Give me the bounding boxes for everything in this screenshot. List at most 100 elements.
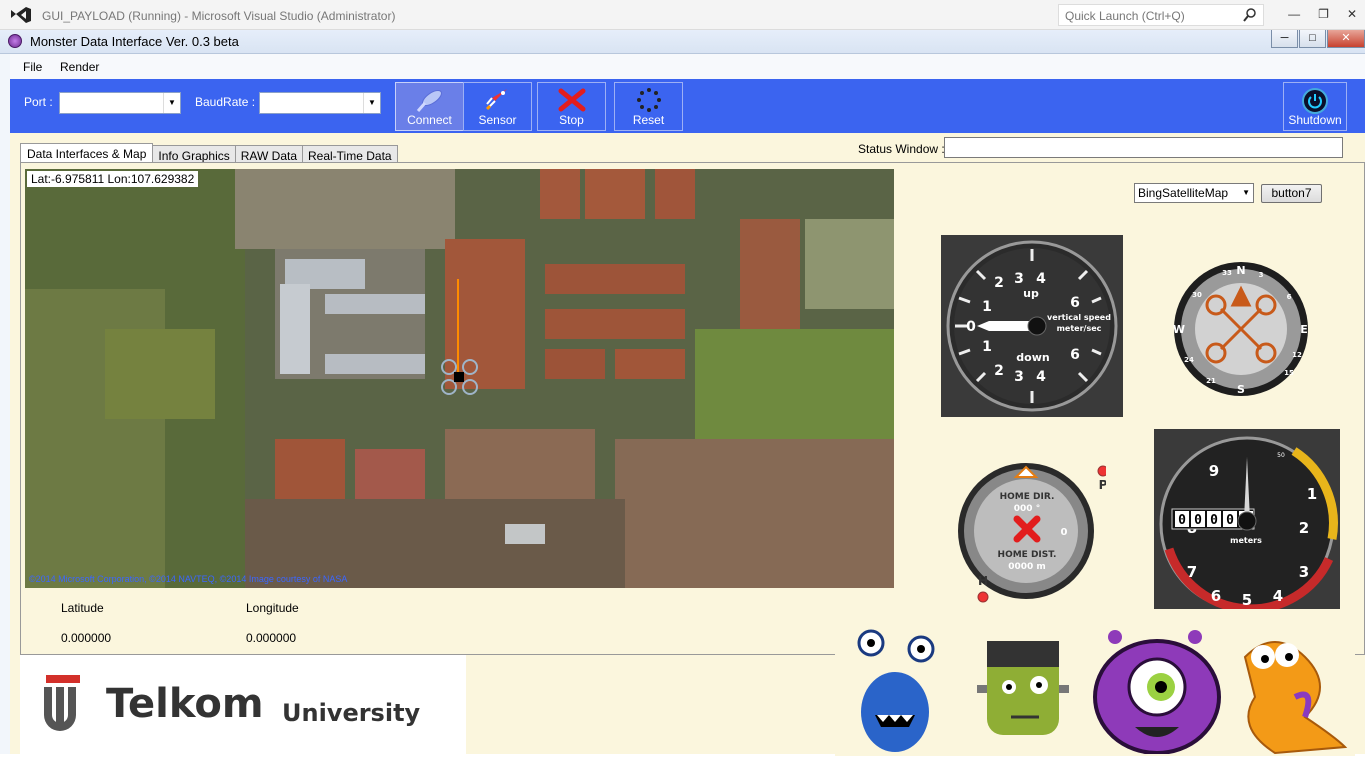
vertical-speed-gauge: 1 2 1 2 3 4 6 3 4 6 0 up down vertical s… (941, 235, 1123, 417)
quick-launch-placeholder: Quick Launch (Ctrl+Q) (1065, 9, 1185, 23)
rocket-icon (464, 83, 531, 113)
app-monster-icon (8, 34, 22, 48)
monster-mascots (835, 627, 1355, 756)
heading-15: 15 (1284, 369, 1294, 377)
alt-tick-50: 50 (1277, 452, 1285, 459)
quick-launch-input[interactable]: Quick Launch (Ctrl+Q) (1058, 4, 1264, 26)
heading-3: 3 (1259, 271, 1264, 279)
alt-tick-2: 2 (1299, 519, 1309, 537)
alt-tick-5: 5 (1242, 591, 1252, 609)
vsi-tick-3-down: 3 (1014, 369, 1024, 385)
vsi-tick-1-down: 1 (982, 339, 992, 355)
alt-unit: meters (1230, 536, 1262, 545)
app-minimize-button[interactable]: ─ (1271, 30, 1298, 48)
latitude-label: Latitude (61, 601, 104, 615)
status-window-field[interactable] (944, 137, 1343, 158)
sensor-label: Sensor (478, 113, 517, 127)
altimeter-gauge: 9 1 2 3 4 5 6 7 8 50 00000 (1154, 429, 1340, 609)
map-credit: ©2014 Microsoft Corporation, ©2014 NAVTE… (29, 574, 348, 584)
svg-text:0: 0 (1226, 513, 1234, 528)
stop-icon (538, 83, 605, 113)
map-imagery (25, 169, 894, 588)
home-dir-value: 000 ° (1014, 504, 1040, 514)
mascot-strip (857, 629, 1348, 755)
map-provider-value: BingSatelliteMap (1138, 186, 1229, 200)
button7[interactable]: button7 (1261, 184, 1322, 203)
blue-monster-icon (857, 629, 935, 752)
vsi-tick-2-down: 2 (994, 363, 1004, 379)
frankenstein-icon (977, 641, 1069, 735)
heading-21: 21 (1206, 377, 1216, 385)
app-window: Monster Data Interface Ver. 0.3 beta ─ □… (0, 30, 1365, 756)
port-select[interactable]: ▼ (59, 92, 181, 114)
tab-panel: Lat:-6.975811 Lon:107.629382 ©2014 Micro… (20, 162, 1365, 655)
sensor-button[interactable]: Sensor (463, 82, 532, 131)
longitude-value: 0.000000 (246, 631, 297, 645)
home-p-label: P (1099, 478, 1106, 492)
connect-button[interactable]: Connect (395, 82, 464, 131)
toolbar: Port : ▼ BaudRate : ▼ Connect Sensor Sto… (10, 79, 1365, 133)
home-h-label: H (978, 574, 988, 588)
map-latlon-readout: Lat:-6.975811 Lon:107.629382 (27, 171, 199, 187)
reset-button[interactable]: Reset (614, 82, 683, 131)
heading-e: E (1300, 323, 1308, 336)
logo-brand: Telkom (106, 681, 264, 727)
chevron-down-icon: ▼ (163, 93, 180, 113)
vs-minimize-button[interactable]: — (1288, 7, 1300, 21)
latitude-value: 0.000000 (61, 631, 112, 645)
home-dir-label: HOME DIR. (1000, 492, 1055, 502)
vsi-down-label: down (1016, 351, 1049, 364)
vsi-tick-6-up: 6 (1070, 295, 1080, 311)
alt-tick-9: 9 (1209, 462, 1219, 480)
heading-w: W (1173, 323, 1185, 336)
menu-bar: File Render (10, 54, 1365, 79)
vs-window-title: GUI_PAYLOAD (Running) - Microsoft Visual… (42, 9, 396, 23)
heading-gauge: N E S W 33 3 30 6 24 15 21 12 (1173, 262, 1308, 396)
heading-n: N (1236, 264, 1245, 277)
satellite-map[interactable]: Lat:-6.975811 Lon:107.629382 ©2014 Micro… (25, 169, 894, 588)
telkom-logo: Telkom University (20, 655, 466, 754)
vsi-up-label: up (1023, 287, 1039, 300)
svg-text:0: 0 (1210, 513, 1218, 528)
heading-30: 30 (1192, 291, 1202, 299)
vs-restore-button[interactable]: ❐ (1318, 7, 1329, 21)
alt-tick-7: 7 (1187, 563, 1197, 581)
alt-tick-4: 4 (1273, 587, 1283, 605)
baudrate-label: BaudRate : (195, 95, 256, 109)
reset-label: Reset (632, 113, 665, 127)
shutdown-button[interactable]: Shutdown (1283, 82, 1347, 131)
vsi-tick-6-down: 6 (1070, 347, 1080, 363)
map-provider-select[interactable]: BingSatelliteMap ▼ (1134, 183, 1254, 203)
power-icon (1284, 83, 1346, 114)
vsi-caption-2: meter/sec (1057, 324, 1102, 333)
heading-6: 6 (1287, 293, 1292, 301)
app-title: Monster Data Interface Ver. 0.3 beta (30, 34, 239, 49)
reset-icon (615, 83, 682, 113)
vsi-tick-4-down: 4 (1036, 369, 1046, 385)
svg-text:0: 0 (1178, 513, 1186, 528)
vs-title-bar: GUI_PAYLOAD (Running) - Microsoft Visual… (0, 0, 1365, 30)
app-restore-button[interactable]: □ (1299, 30, 1326, 48)
vsi-tick-zero: 0 (966, 319, 976, 335)
baudrate-select[interactable]: ▼ (259, 92, 381, 114)
purple-monster-icon (1093, 630, 1221, 755)
logo-sub: University (282, 699, 421, 727)
stop-button[interactable]: Stop (537, 82, 606, 131)
alt-tick-6: 6 (1211, 587, 1221, 605)
vsi-tick-3-up: 3 (1014, 271, 1024, 287)
search-icon (1243, 8, 1257, 25)
orange-lizard-icon (1243, 641, 1348, 755)
chevron-down-icon: ▼ (1242, 188, 1250, 197)
menu-file[interactable]: File (23, 60, 42, 74)
tab-strip: Data Interfaces & Map Info Graphics RAW … (20, 141, 398, 165)
alt-tick-3: 3 (1299, 563, 1309, 581)
heading-24: 24 (1184, 356, 1194, 364)
svg-text:0: 0 (1194, 513, 1202, 528)
connect-icon (396, 83, 463, 113)
menu-render[interactable]: Render (60, 60, 99, 74)
vsi-caption-1: vertical speed (1047, 313, 1111, 322)
vs-close-button[interactable]: ✕ (1347, 7, 1357, 21)
port-label: Port : (24, 95, 53, 109)
longitude-label: Longitude (246, 601, 299, 615)
app-close-button[interactable]: ✕ (1327, 30, 1365, 48)
